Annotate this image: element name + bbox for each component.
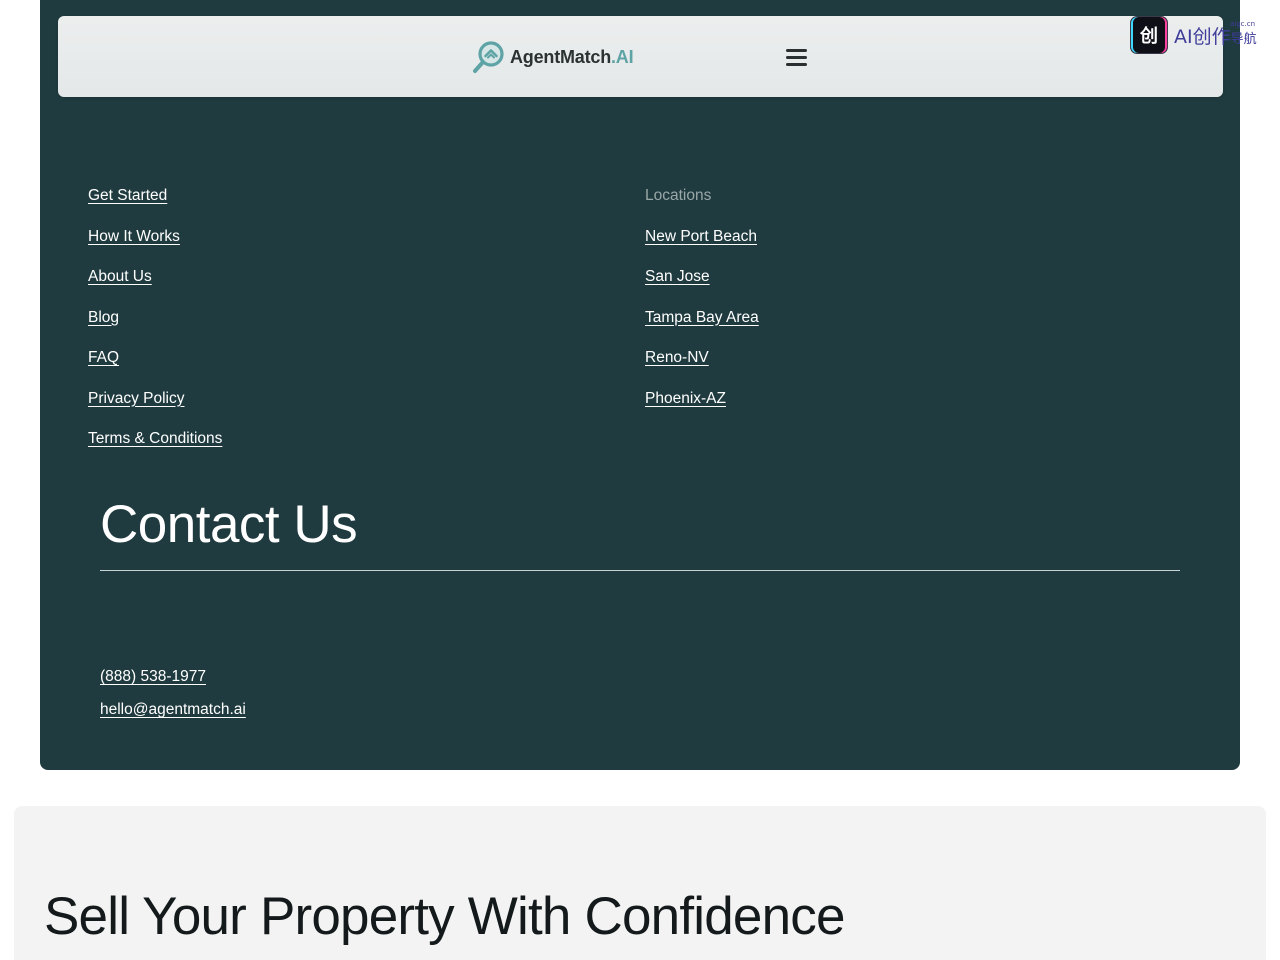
contact-title: Contact Us xyxy=(100,495,358,554)
site-header: AgentMatch.AI xyxy=(58,16,1223,97)
footer-link-blog[interactable]: Blog xyxy=(88,304,222,345)
footer-link-faq[interactable]: FAQ xyxy=(88,344,222,385)
location-link-tampa-bay[interactable]: Tampa Bay Area xyxy=(645,304,759,345)
logo-suffix: .AI xyxy=(611,46,634,67)
footer-links-column: Get Started How It Works About Us Blog F… xyxy=(88,182,222,466)
sell-section: Sell Your Property With Confidence xyxy=(14,806,1266,960)
location-link-san-jose[interactable]: San Jose xyxy=(645,263,759,304)
hamburger-menu-icon[interactable] xyxy=(786,45,810,69)
locations-heading: Locations xyxy=(645,187,712,204)
page: AgentMatch.AI 创 AI创作导航 aigc.cn Get Start… xyxy=(0,0,1280,960)
logo-wordmark: AgentMatch.AI xyxy=(510,46,634,68)
footer-link-how-it-works[interactable]: How It Works xyxy=(88,223,222,264)
footer-link-terms[interactable]: Terms & Conditions xyxy=(88,425,222,466)
menu-bar xyxy=(786,48,807,52)
contact-phone-link[interactable]: (888) 538-1977 xyxy=(100,666,206,688)
footer-locations-column: Locations New Port Beach San Jose Tampa … xyxy=(645,182,759,425)
location-link-reno[interactable]: Reno-NV xyxy=(645,344,759,385)
badge-app-icon: 创 xyxy=(1130,16,1168,54)
ai-tools-badge[interactable]: 创 AI创作导航 aigc.cn xyxy=(1130,16,1270,54)
logo-name: AgentMatch xyxy=(510,46,611,67)
contact-divider xyxy=(100,570,1180,571)
magnifier-house-logo-icon xyxy=(473,41,504,73)
site-logo[interactable]: AgentMatch.AI xyxy=(471,40,634,74)
location-link-new-port-beach[interactable]: New Port Beach xyxy=(645,223,759,264)
badge-label-main: AI创作 xyxy=(1174,25,1231,48)
footer-link-get-started[interactable]: Get Started xyxy=(88,182,222,223)
badge-label: AI创作导航 aigc.cn xyxy=(1174,19,1257,49)
badge-label-tiny: aigc.cn xyxy=(1230,19,1256,28)
footer-link-about-us[interactable]: About Us xyxy=(88,263,222,304)
menu-bar xyxy=(786,62,807,66)
contact-email-link[interactable]: hello@agentmatch.ai xyxy=(100,699,246,721)
location-link-phoenix[interactable]: Phoenix-AZ xyxy=(645,385,759,426)
sell-title: Sell Your Property With Confidence xyxy=(44,887,845,946)
badge-label-sub: 导航 xyxy=(1230,31,1257,47)
menu-bar xyxy=(786,55,807,59)
footer-link-privacy-policy[interactable]: Privacy Policy xyxy=(88,385,222,426)
